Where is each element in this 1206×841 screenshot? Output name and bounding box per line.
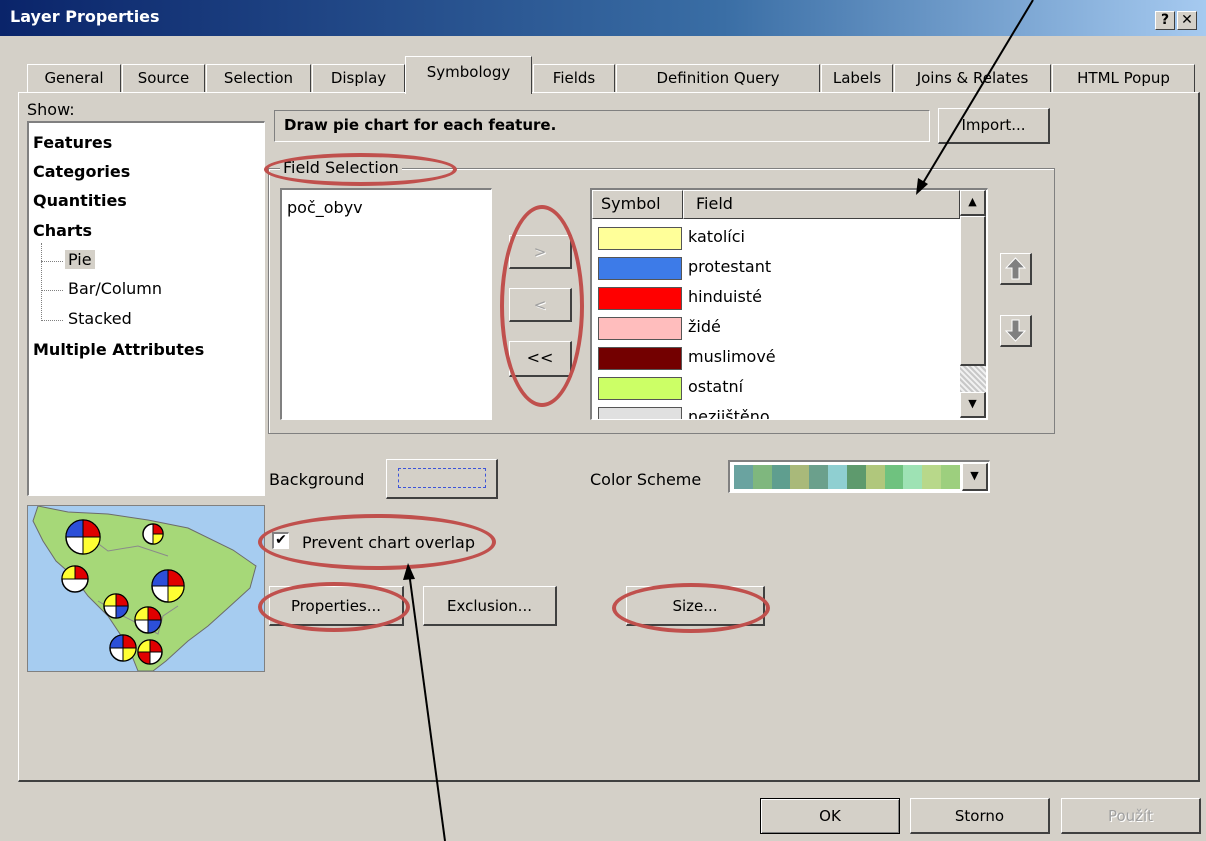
annotation-arrows (403, 0, 1034, 841)
annotation-arrowhead (916, 178, 928, 195)
annotation-arrow-line (919, 0, 1034, 189)
annotation-arrowhead (403, 563, 415, 580)
annotation-arrow-line (408, 571, 446, 841)
tab-symbology[interactable]: Symbology (405, 56, 532, 94)
